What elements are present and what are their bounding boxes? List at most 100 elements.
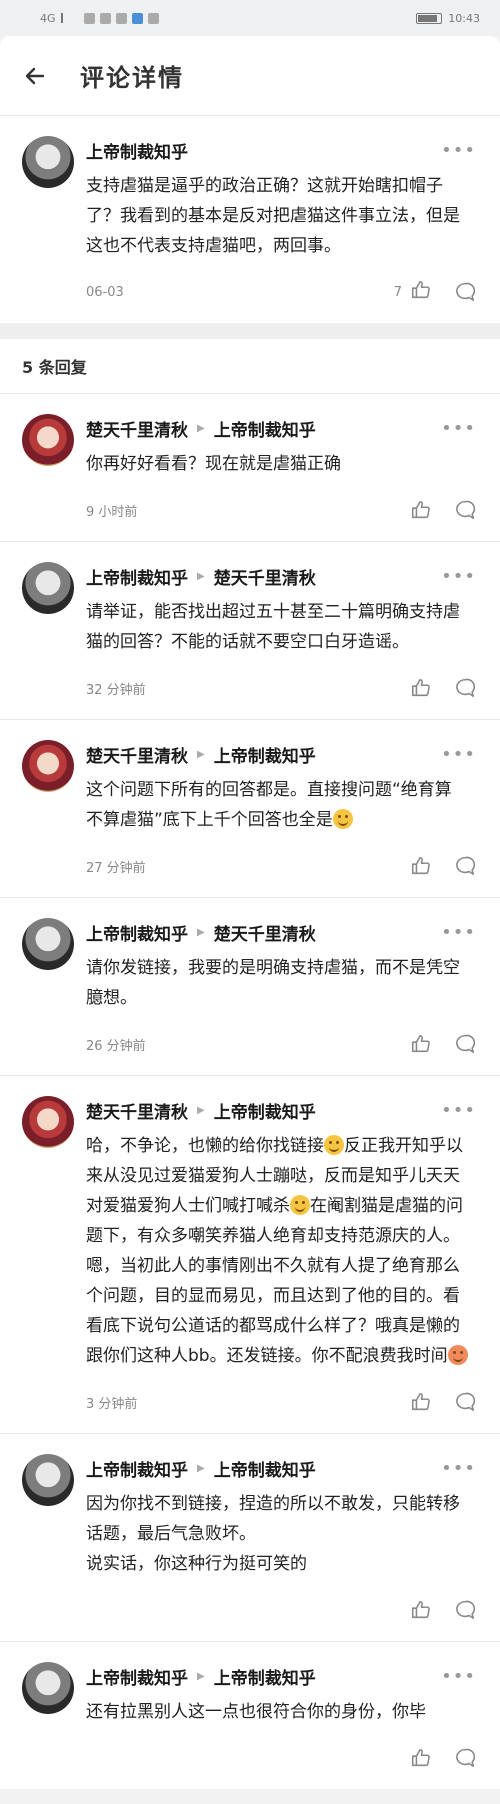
network-label: 4G	[40, 11, 56, 25]
reply-arrow-icon: ▶	[197, 570, 205, 582]
reply-to-name[interactable]: 上帝制裁知乎	[214, 1456, 316, 1481]
reply-time: 3 分钟前	[86, 1396, 138, 1412]
like-count: 7	[393, 284, 402, 300]
speech-bubble-icon[interactable]	[454, 1391, 476, 1413]
reply-text: 还有拉黑别人这一点也很符合你的身份，你毕	[86, 1697, 478, 1727]
page-header: 评论详情	[0, 36, 500, 116]
reply-text: 哈，不争论，也懒的给你找链接 反正我开知乎以来从没见过爱猫爱狗人士蹦哒，反而是知乎…	[86, 1131, 478, 1371]
reply-to-name[interactable]: 上帝制裁知乎	[214, 1664, 316, 1689]
reply-to-name[interactable]: 楚天千里清秋	[214, 920, 316, 945]
status-bar: 4G 10:43	[0, 0, 500, 36]
reply-arrow-icon: ▶	[197, 1104, 205, 1116]
thumb-up-icon	[410, 279, 432, 305]
avatar[interactable]	[22, 136, 74, 188]
reply-text-content: 请举证，能否找出超过五十甚至二十篇明确支持虐猫的回答？不能的话就不要空口白牙造谣…	[86, 602, 460, 652]
reply-time: 9 小时前	[86, 504, 138, 520]
thumb-up-icon[interactable]	[410, 1391, 432, 1413]
reply-text-content: 你再好好看看？现在就是虐猫正确	[86, 454, 341, 474]
speech-bubble-icon[interactable]	[454, 281, 476, 303]
reply-to-name[interactable]: 楚天千里清秋	[214, 564, 316, 589]
speech-bubble-icon[interactable]	[454, 677, 476, 699]
grin-emoji-icon	[290, 1195, 310, 1215]
speech-bubble-icon[interactable]	[454, 855, 476, 877]
reply-text: 你再好好看看？现在就是虐猫正确	[86, 449, 478, 479]
more-dots-icon[interactable]: •••	[441, 1458, 476, 1479]
reply-list: 楚天千里清秋 ▶ 上帝制裁知乎 你再好好看看？现在就是虐猫正确 9 小时前 ••• 上帝制裁…	[0, 394, 500, 1789]
more-dots-icon[interactable]: •••	[441, 922, 476, 943]
reply-comment: 上帝制裁知乎 ▶ 上帝制裁知乎因为你找不到链接，捏造的所以不敢发，只能转移话题，最后…	[0, 1433, 500, 1641]
wifi-icon	[83, 12, 95, 24]
more-dots-icon[interactable]: •••	[441, 418, 476, 439]
main-comment: 上帝制裁知乎 支持虐猫是逼乎的政治正确？这就开始瞎扣帽子了？我看到的基本是反对把…	[0, 116, 500, 323]
reply-comment: 楚天千里清秋 ▶ 上帝制裁知乎你再好好看看？现在就是虐猫正确 9 小时前 •••	[0, 394, 500, 541]
reply-text-content: 还有拉黑别人这一点也很符合你的身份，你毕	[86, 1702, 426, 1722]
thumb-up-icon[interactable]	[410, 1033, 432, 1055]
page-title: 评论详情	[80, 64, 184, 92]
author-name[interactable]: 楚天千里清秋	[86, 1098, 188, 1123]
comment-date: 06-03	[86, 284, 124, 300]
grin-emoji-icon	[332, 809, 353, 829]
more-dots-icon[interactable]: •••	[441, 566, 476, 587]
reply-arrow-icon: ▶	[197, 422, 205, 434]
message-app-icon	[115, 12, 127, 24]
reply-text-content: 请你发链接，我要的是明确支持虐猫，而不是凭空臆想。	[86, 958, 460, 1008]
speech-bubble-icon[interactable]	[454, 1033, 476, 1055]
like-button[interactable]: 7	[394, 279, 432, 305]
battery-icon	[416, 12, 443, 24]
avatar[interactable]	[22, 1096, 74, 1148]
avatar[interactable]	[22, 562, 74, 614]
reply-arrow-icon: ▶	[197, 926, 205, 938]
reply-comment: 上帝制裁知乎 ▶ 楚天千里清秋请举证，能否找出超过五十甚至二十篇明确支持虐猫的回答？…	[0, 541, 500, 719]
author-name[interactable]: 上帝制裁知乎	[86, 920, 188, 945]
avatar[interactable]	[22, 740, 74, 792]
reply-text-content: 因为你找不到链接，捏造的所以不敢发，只能转移话题，最后气急败坏。 说实话，你这种…	[86, 1494, 460, 1574]
author-name[interactable]: 楚天千里清秋	[86, 416, 188, 441]
signal-icon	[60, 13, 79, 23]
notification-icon	[147, 12, 159, 24]
reply-arrow-icon: ▶	[197, 1670, 205, 1682]
more-dots-icon[interactable]: •••	[441, 1100, 476, 1121]
comment-text: 支持虐猫是逼乎的政治正确？这就开始瞎扣帽子了？我看到的基本是反对把虐猫这件事立法…	[86, 176, 460, 256]
avatar[interactable]	[22, 414, 74, 466]
grin-emoji-icon	[324, 1135, 344, 1155]
avatar[interactable]	[22, 1454, 74, 1506]
reply-comment: 楚天千里清秋 ▶ 上帝制裁知乎这个问题下所有的回答都是。直接搜问题“绝育算不算虐猫”…	[0, 719, 500, 897]
author-name[interactable]: 上帝制裁知乎	[86, 1456, 188, 1481]
reply-text-content: 这个问题下所有的回答都是。直接搜问题“绝育算不算虐猫”底下上千个回答也全是	[86, 780, 452, 830]
reply-text: 请举证，能否找出超过五十甚至二十篇明确支持虐猫的回答？不能的话就不要空口白牙造谣…	[86, 597, 478, 657]
reply-text: 请你发链接，我要的是明确支持虐猫，而不是凭空臆想。	[86, 953, 478, 1013]
thumb-up-icon[interactable]	[410, 1747, 432, 1769]
author-name[interactable]: 上帝制裁知乎	[86, 1664, 188, 1689]
arrow-left-icon[interactable]	[20, 61, 50, 91]
app-notification-icon	[131, 12, 143, 24]
reply-time: 32 分钟前	[86, 682, 146, 698]
reply-text: 这个问题下所有的回答都是。直接搜问题“绝育算不算虐猫”底下上千个回答也全是	[86, 775, 478, 835]
author-name[interactable]: 上帝制裁知乎	[86, 138, 188, 163]
speech-bubble-icon[interactable]	[454, 1599, 476, 1621]
avatar[interactable]	[22, 1662, 74, 1714]
reply-arrow-icon: ▶	[197, 1462, 205, 1474]
more-dots-icon[interactable]: •••	[441, 140, 476, 161]
thumb-up-icon[interactable]	[410, 499, 432, 521]
section-divider	[0, 323, 500, 339]
reply-comment: 上帝制裁知乎 ▶ 上帝制裁知乎还有拉黑别人这一点也很符合你的身份，你毕 •••	[0, 1641, 500, 1789]
reply-to-name[interactable]: 上帝制裁知乎	[214, 742, 316, 767]
clock: 10:43	[448, 11, 480, 25]
reply-time: 27 分钟前	[86, 860, 146, 876]
thumb-up-icon[interactable]	[410, 1599, 432, 1621]
avatar[interactable]	[22, 918, 74, 970]
reply-arrow-icon: ▶	[197, 748, 205, 760]
reply-text: 因为你找不到链接，捏造的所以不敢发，只能转移话题，最后气急败坏。 说实话，你这种…	[86, 1489, 478, 1579]
reply-to-name[interactable]: 上帝制裁知乎	[214, 416, 316, 441]
author-name[interactable]: 楚天千里清秋	[86, 742, 188, 767]
reply-to-name[interactable]: 上帝制裁知乎	[214, 1098, 316, 1123]
more-dots-icon[interactable]: •••	[441, 1666, 476, 1687]
speech-bubble-icon[interactable]	[454, 1747, 476, 1769]
thumb-up-icon[interactable]	[410, 677, 432, 699]
thumb-up-icon[interactable]	[410, 855, 432, 877]
reply-comment: 楚天千里清秋 ▶ 上帝制裁知乎哈，不争论，也懒的给你找链接 反正我开知乎以来从没见过爱…	[0, 1075, 500, 1433]
angry-emoji-icon	[447, 1345, 468, 1365]
speech-bubble-icon[interactable]	[454, 499, 476, 521]
author-name[interactable]: 上帝制裁知乎	[86, 564, 188, 589]
more-dots-icon[interactable]: •••	[441, 744, 476, 765]
